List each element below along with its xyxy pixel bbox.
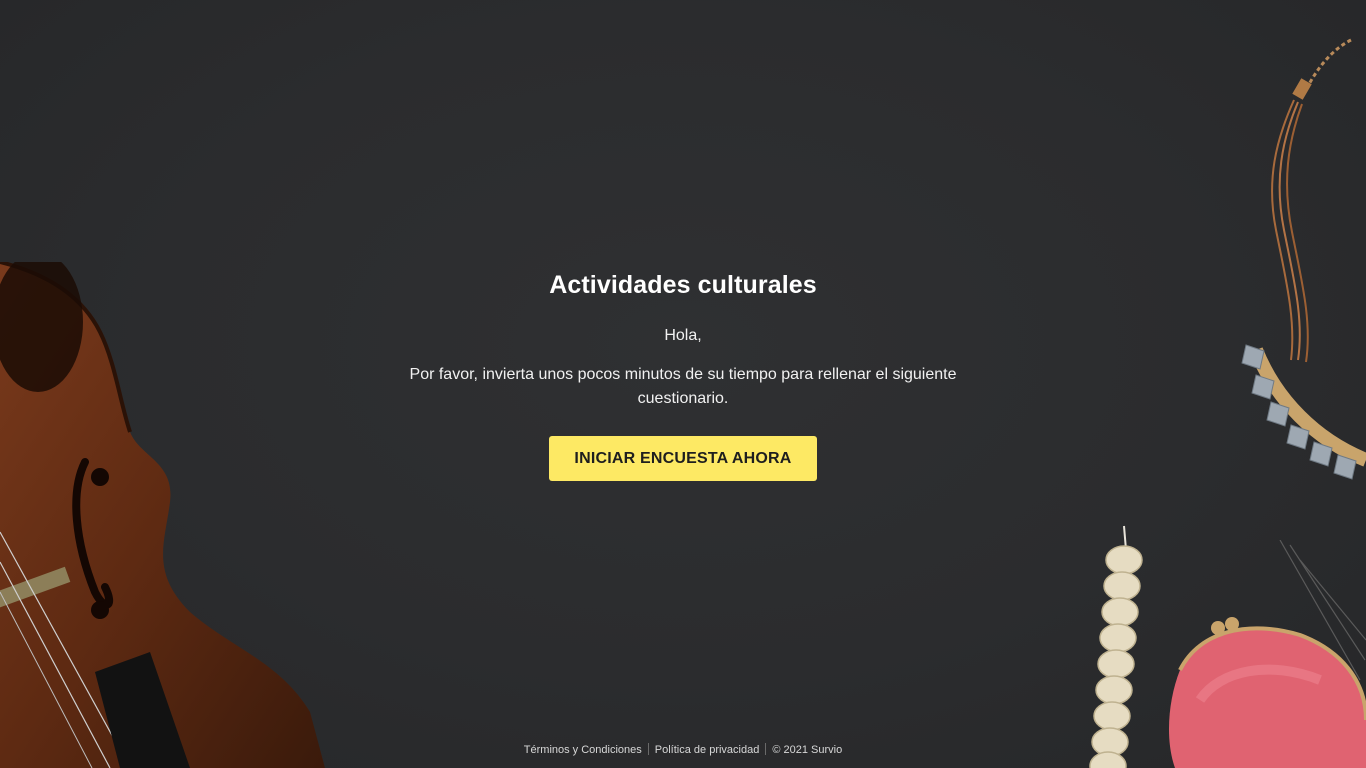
copyright-text: © 2021 Survio	[772, 744, 843, 756]
footer-divider	[647, 743, 649, 755]
violin-image	[0, 262, 325, 768]
footer-divider	[765, 743, 767, 755]
purse-image	[1168, 540, 1366, 768]
footer: Términos y Condiciones Política de privac…	[0, 742, 1366, 758]
greeting-text: Hola,	[664, 327, 702, 344]
survey-intro: Actividades culturales Hola, Por favor, …	[383, 268, 983, 481]
start-survey-button[interactable]: INICIAR ENCUESTA AHORA	[549, 436, 817, 481]
necklace-image	[1241, 38, 1366, 480]
terms-link[interactable]: Términos y Condiciones	[524, 744, 642, 756]
candle-image	[1089, 525, 1143, 768]
survey-title: Actividades culturales	[549, 271, 817, 299]
privacy-link[interactable]: Política de privacidad	[655, 744, 760, 756]
intro-text: Por favor, invierta unos pocos minutos d…	[409, 366, 957, 407]
